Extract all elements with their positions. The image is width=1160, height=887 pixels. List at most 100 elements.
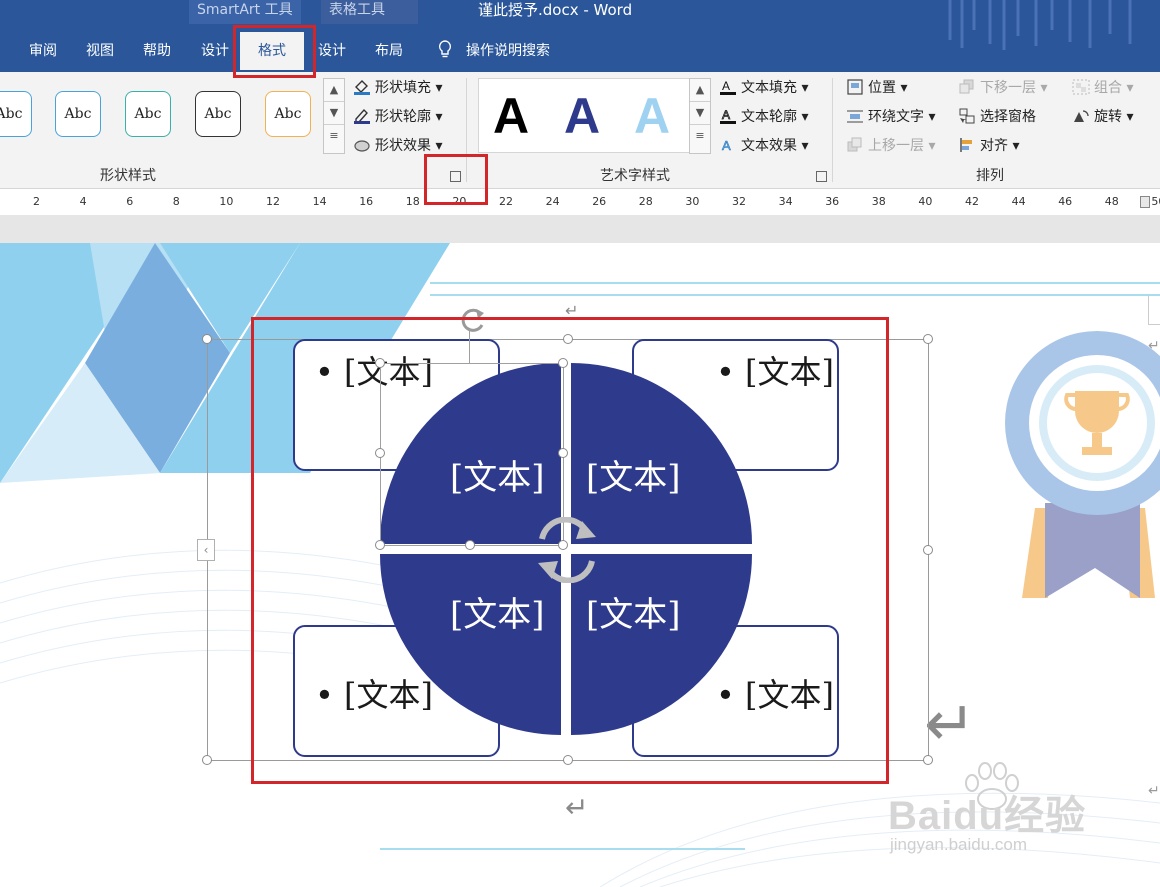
text-fill-button[interactable]: A 文本填充 ▾ [719,77,808,99]
gallery-more-icon[interactable]: ≡ [690,125,710,147]
group-label: 组合 [1094,80,1122,96]
tab-view[interactable]: 视图 [86,40,114,64]
align-button[interactable]: 对齐 ▾ [958,135,1019,157]
shape-effects-icon [354,140,370,152]
gallery-down-icon[interactable]: ▼ [324,102,344,125]
shape-style-swatch-3[interactable]: Abc [125,91,171,137]
wordart-style-navy[interactable]: A [564,86,600,146]
text-fill-icon: A [720,79,736,95]
selection-pane-label: 选择窗格 [980,109,1036,125]
watermark-url: jingyan.baidu.com [890,835,1028,854]
ruler-number: 40 [918,195,933,208]
shape-outline-button[interactable]: 形状轮廓 ▾ [353,106,442,128]
ruler-number: 32 [732,195,746,208]
wordart-style-black[interactable]: A [493,86,529,146]
shape-style-swatch-4[interactable]: Abc [195,91,241,137]
text-outline-label: 文本轮廓 [741,109,797,125]
ruler-number: 38 [871,195,886,208]
tab-review[interactable]: 审阅 [29,40,57,64]
wordart-style-lightblue[interactable]: A [634,86,670,146]
group-icon [1072,79,1090,95]
wordart-gallery-scroll[interactable]: ▲ ▼ ≡ [689,78,711,154]
send-backward-icon [959,79,974,94]
gallery-up-icon[interactable]: ▲ [690,79,710,102]
gallery-down-icon[interactable]: ▼ [690,102,710,125]
bring-forward-label: 上移一层 [868,138,924,154]
ruler-number: 16 [359,195,374,208]
ruler-number: 14 [312,195,327,208]
ruler-number: 2 [33,195,40,208]
ruler-number: 36 [825,195,840,208]
lightbulb-icon [438,40,452,58]
gallery-more-icon[interactable]: ≡ [324,125,344,147]
ruler-number: 18 [405,195,420,208]
svg-text:A: A [722,108,730,122]
selection-pane-button[interactable]: 选择窗格 [958,106,1036,128]
rotate-label: 旋转 [1094,109,1122,125]
gallery-up-icon[interactable]: ▲ [324,79,344,102]
resize-handle[interactable] [923,755,933,765]
ruler-number: 22 [499,195,513,208]
position-label: 位置 [868,80,896,96]
ruler-number: 24 [545,195,560,208]
right-indent-marker-icon[interactable] [1140,196,1150,208]
ruler-number: 34 [778,195,793,208]
text-outline-button[interactable]: A 文本轮廓 ▾ [719,106,808,128]
paint-bucket-icon [354,80,370,95]
tab-table-design[interactable]: 设计 [318,40,346,64]
watermark-logo: Baidu经验 [888,794,1087,838]
shape-effects-label: 形状效果 [375,138,431,154]
align-label: 对齐 [980,138,1008,154]
paragraph-mark-icon: ↵ [565,791,589,824]
highlight-smartart [251,317,889,784]
bring-forward-button[interactable]: 上移一层 ▾ [846,135,935,157]
resize-handle[interactable] [923,334,933,344]
tab-help[interactable]: 帮助 [143,40,171,64]
tab-smartart-design[interactable]: 设计 [201,40,229,64]
wordart-styles-group-label: 艺术字样式 [600,168,670,184]
wrap-text-label: 环绕文字 [868,109,924,125]
text-outline-icon: A [720,108,736,124]
resize-handle[interactable] [202,334,212,344]
wordart-styles-dialog-launcher-icon[interactable] [816,171,827,182]
ruler-number: 48 [1104,195,1119,208]
resize-handle[interactable] [923,545,933,555]
document-title: 谨此授予.docx - Word [478,1,633,19]
text-fill-label: 文本填充 [741,80,797,96]
send-backward-button[interactable]: 下移一层 ▾ [958,77,1047,99]
shape-style-swatch-1[interactable]: Abc [0,91,32,137]
tell-me-search[interactable]: 操作说明搜索 [438,40,550,64]
ruler-number: 50 [1151,195,1160,208]
tab-layout[interactable]: 布局 [375,40,403,64]
ruler-number: 10 [219,195,234,208]
shape-style-swatch-5[interactable]: Abc [265,91,311,137]
selection-pane-icon [959,108,975,124]
group-button[interactable]: 组合 ▾ [1072,77,1133,99]
table-tools-label: 表格工具 [321,0,418,24]
text-effects-label: 文本效果 [741,138,797,154]
resize-handle[interactable] [202,755,212,765]
rotate-icon [1074,110,1089,122]
position-button[interactable]: 位置 ▾ [846,77,907,99]
svg-text:A: A [722,138,731,153]
shape-style-gallery-scroll[interactable]: ▲ ▼ ≡ [323,78,345,154]
text-effects-icon: A [722,138,732,153]
tell-me-label: 操作说明搜索 [466,43,550,59]
shape-style-swatch-2[interactable]: Abc [55,91,101,137]
ruler-number: 44 [1011,195,1026,208]
text-pane-toggle-icon[interactable]: ‹ [197,539,215,561]
svg-text:A: A [722,79,730,93]
arrange-group-label: 排列 [976,168,1004,184]
shape-fill-button[interactable]: 形状填充 ▾ [353,77,442,99]
shape-styles-group-label: 形状样式 [100,168,156,184]
text-effects-button[interactable]: A 文本效果 ▾ [719,135,809,157]
ruler-number: 28 [638,195,653,208]
title-bar-pattern [948,0,1132,50]
ruler-number: 46 [1058,195,1073,208]
margin-marker [1148,295,1160,325]
shape-outline-label: 形状轮廓 [375,109,431,125]
paragraph-mark-icon: ↵ [924,687,976,760]
wrap-text-button[interactable]: 环绕文字 ▾ [846,106,935,128]
pen-icon [354,108,370,124]
rotate-button[interactable]: 旋转 ▾ [1072,106,1133,128]
